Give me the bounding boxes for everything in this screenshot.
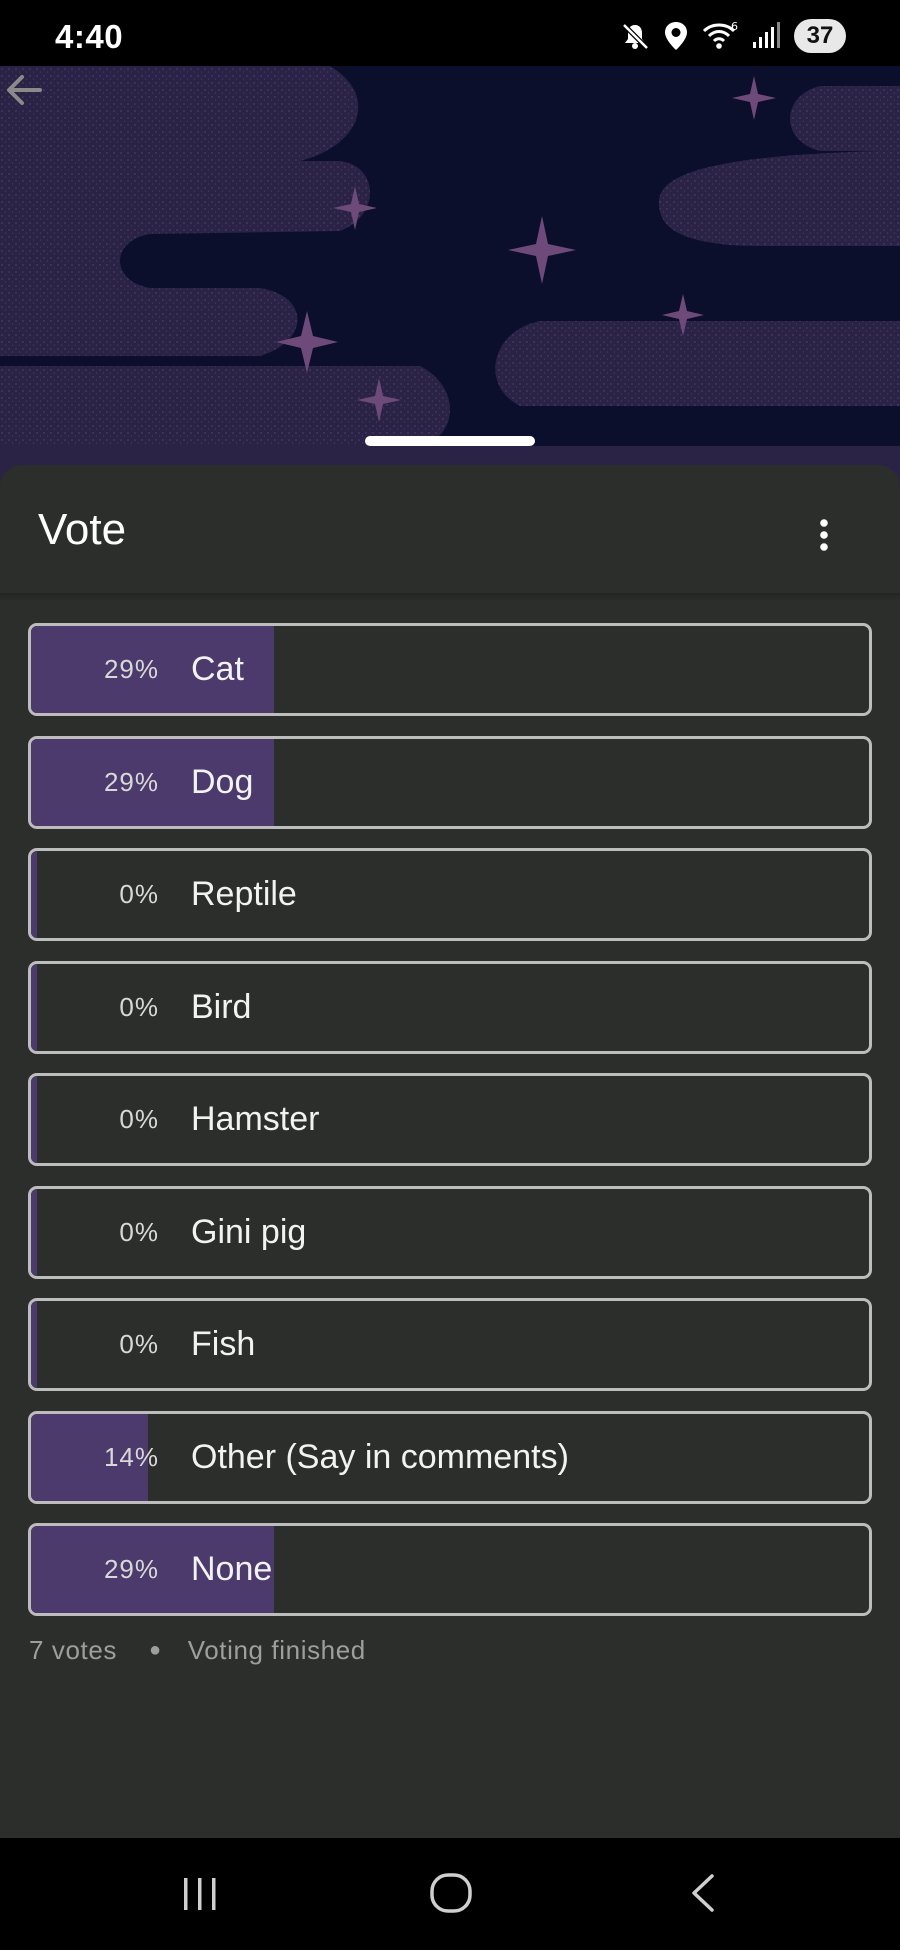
poll-option-none[interactable]: 29% None — [28, 1523, 872, 1616]
home-icon[interactable] — [428, 1870, 474, 1916]
poll-option-gini-pig[interactable]: 0% Gini pig — [28, 1185, 872, 1279]
drag-handle[interactable] — [365, 436, 535, 446]
option-label: Dog — [191, 762, 254, 801]
status-icons: 6 37 — [620, 19, 846, 53]
result-bar — [31, 1188, 37, 1276]
poll-sheet: Vote 29% Cat 29% Dog 0% Reptile 0% Bird … — [0, 465, 900, 1838]
nav-back-icon[interactable] — [682, 1870, 726, 1916]
option-label: Cat — [191, 650, 244, 688]
option-percent: 0% — [119, 991, 159, 1022]
poll-option-cat[interactable]: 29% Cat — [28, 623, 872, 716]
back-arrow-icon[interactable] — [0, 66, 48, 114]
option-percent: 29% — [103, 766, 159, 797]
result-bar — [31, 1301, 37, 1388]
network-type: 6 — [731, 21, 738, 33]
option-label: Gini pig — [191, 1212, 307, 1251]
status-time: 4:40 — [55, 18, 124, 55]
option-label: Other (Say in comments) — [191, 1437, 569, 1476]
option-percent: 0% — [119, 1104, 159, 1134]
vote-count: 7 votes — [29, 1635, 118, 1665]
poll-option-fish[interactable]: 0% Fish — [28, 1298, 872, 1391]
recent-apps-icon[interactable] — [178, 1872, 222, 1916]
more-vert-icon[interactable] — [810, 515, 838, 555]
option-percent: 0% — [119, 1216, 159, 1247]
poll-option-hamster[interactable]: 0% Hamster — [28, 1073, 872, 1166]
signal-icon — [753, 22, 780, 48]
battery-indicator: 37 — [794, 19, 846, 53]
starry-sky-illustration — [0, 66, 900, 486]
wifi-icon: 6 — [702, 21, 738, 49]
separator-dot: ● — [149, 1639, 162, 1661]
option-label: None — [191, 1550, 273, 1588]
screen: 4:40 6 37 Vote 29% Cat 29% Dog 0% Reptil… — [0, 0, 900, 1950]
poll-options: 29% Cat 29% Dog 0% Reptile 0% Bird 0% Ha… — [28, 623, 872, 1636]
poll-status: Voting finished — [187, 1635, 366, 1665]
location-icon — [665, 22, 687, 50]
option-percent: 0% — [119, 1329, 159, 1359]
option-label: Fish — [191, 1325, 256, 1363]
option-percent: 29% — [103, 654, 159, 684]
option-percent: 0% — [119, 879, 159, 909]
header-divider — [0, 593, 900, 601]
result-bar — [31, 1076, 37, 1163]
poll-option-other[interactable]: 14% Other (Say in comments) — [28, 1410, 872, 1504]
option-label: Hamster — [191, 1100, 320, 1138]
poll-footer: 7 votes ● Voting finished — [29, 1635, 366, 1666]
option-percent: 14% — [103, 1441, 159, 1472]
status-bar: 4:40 6 37 — [0, 0, 900, 66]
option-label: Reptile — [191, 875, 297, 913]
mute-icon — [622, 23, 649, 50]
poll-option-reptile[interactable]: 0% Reptile — [28, 848, 872, 941]
sheet-header: Vote — [0, 465, 900, 595]
result-bar — [31, 851, 37, 938]
result-bar — [31, 963, 37, 1051]
poll-option-bird[interactable]: 0% Bird — [28, 960, 872, 1054]
option-percent: 29% — [103, 1554, 159, 1584]
option-label: Bird — [191, 987, 252, 1026]
poll-title: Vote — [38, 505, 127, 554]
poll-banner — [0, 66, 900, 486]
poll-option-dog[interactable]: 29% Dog — [28, 735, 872, 829]
system-nav-bar — [0, 1838, 900, 1950]
